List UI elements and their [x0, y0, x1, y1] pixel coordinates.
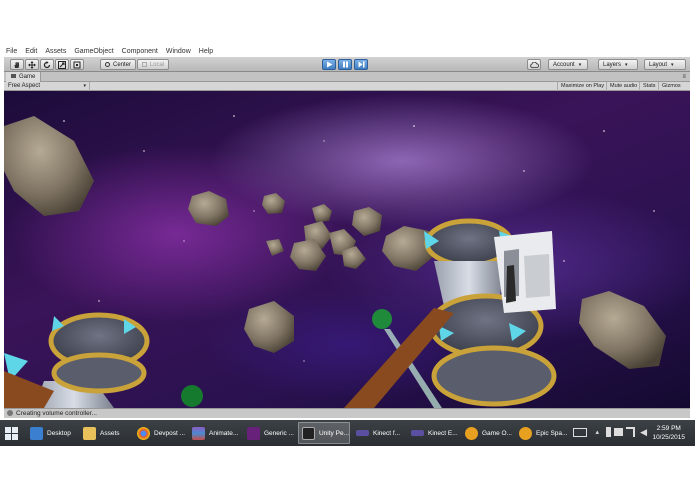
chrome-icon — [137, 426, 150, 440]
monitor-icon[interactable] — [614, 428, 623, 436]
status-bar: Creating volume controller... — [4, 408, 690, 418]
layout-dropdown[interactable]: Layout ▾ — [644, 59, 686, 70]
volume-icon[interactable]: ◀ — [640, 427, 647, 438]
step-icon — [358, 61, 364, 68]
left-pillar — [4, 312, 150, 408]
taskbar-item-unity[interactable]: Unity Pe... — [298, 422, 350, 444]
pivot-toggle[interactable]: Center — [100, 59, 136, 70]
taskbar-item-devpost[interactable]: Devpost ... — [134, 422, 186, 444]
rotate-tool-button[interactable] — [40, 59, 54, 70]
hand-icon — [14, 61, 19, 68]
menu-window[interactable]: Window — [166, 47, 191, 57]
menu-component[interactable]: Component — [122, 47, 158, 57]
webcam-feed[interactable] — [494, 231, 556, 313]
taskbar: Desktop Assets Devpost ... Animate... Ge… — [0, 420, 695, 446]
green-orb — [372, 309, 392, 329]
game-controller-icon — [11, 74, 16, 79]
clock-time: 2:59 PM — [656, 425, 681, 432]
screen: File Edit Assets GameObject Component Wi… — [0, 0, 695, 494]
rect-tool-icon — [73, 61, 81, 68]
cloud-icon — [529, 61, 539, 68]
space-label: Local — [149, 61, 165, 68]
cloud-button[interactable] — [527, 59, 541, 70]
space-toggle[interactable]: Local — [137, 59, 169, 70]
taskbar-item-assets[interactable]: Assets — [80, 422, 130, 444]
chevron-down-icon: ▾ — [83, 83, 86, 89]
layout-label: Layout — [649, 61, 668, 68]
clock-date: 10/25/2015 — [652, 434, 685, 441]
starfield — [63, 115, 655, 362]
gizmos-dropdown[interactable]: Gizmos — [658, 82, 684, 91]
pause-button[interactable] — [338, 59, 352, 70]
network-icon[interactable] — [626, 427, 635, 437]
tab-menu-icon[interactable]: ≡ — [682, 72, 686, 82]
toolbar: Center Local Account ▾ Layers ▾ Layout ▾ — [4, 57, 690, 72]
menu-file[interactable]: File — [6, 47, 17, 57]
tab-game[interactable]: Game — [6, 72, 42, 82]
game-viewport[interactable] — [4, 91, 690, 408]
move-icon — [28, 60, 36, 69]
taskbar-item-kinect-e[interactable]: Kinect E... — [408, 422, 460, 444]
taskbar-item-desktop[interactable]: Desktop — [27, 422, 77, 444]
visual-studio-icon — [247, 426, 260, 440]
account-label: Account — [553, 61, 575, 68]
mute-audio-toggle[interactable]: Mute audio — [606, 82, 640, 91]
scale-tool-button[interactable] — [55, 59, 69, 70]
maximize-on-play-toggle[interactable]: Maximize on Play — [557, 82, 607, 91]
pivot-label: Center — [112, 61, 131, 68]
rect-tool-button[interactable] — [70, 59, 84, 70]
scale-icon — [58, 60, 66, 69]
taskbar-item-game-o[interactable]: Game O... — [462, 422, 514, 444]
menu-help[interactable]: Help — [199, 47, 213, 57]
keyboard-icon[interactable] — [573, 428, 587, 437]
chevron-down-icon: ▾ — [671, 61, 674, 68]
chevron-up-icon[interactable]: ▴ — [595, 428, 599, 436]
stats-toggle[interactable]: Stats — [639, 82, 659, 91]
unity-icon — [302, 426, 315, 440]
account-dropdown[interactable]: Account ▾ — [548, 59, 588, 70]
game-view-controls: Free Aspect ▾ Maximize on Play Mute audi… — [4, 82, 690, 91]
step-button[interactable] — [354, 59, 368, 70]
winrar-icon — [192, 426, 205, 440]
menu-gameobject[interactable]: GameObject — [74, 47, 113, 57]
kinect-icon — [411, 430, 424, 436]
taskbar-item-epic-spa[interactable]: Epic Spa... — [516, 422, 567, 444]
pivot-icon — [104, 62, 110, 67]
rotate-icon — [43, 60, 51, 68]
chevron-down-icon: ▾ — [578, 61, 582, 68]
play-icon — [326, 61, 332, 68]
layers-label: Layers — [603, 61, 622, 68]
menu-edit[interactable]: Edit — [25, 47, 37, 57]
desktop-icon — [30, 426, 43, 440]
flag-icon[interactable] — [606, 427, 611, 437]
chevron-down-icon: ▾ — [625, 61, 628, 68]
windows-start-button[interactable] — [5, 427, 18, 440]
taskbar-item-animate[interactable]: Animate... — [189, 422, 241, 444]
menu-bar: File Edit Assets GameObject Component Wi… — [0, 47, 695, 57]
hand-tool-button[interactable] — [10, 59, 24, 70]
folder-icon — [83, 426, 96, 440]
space-icon — [141, 62, 147, 67]
taskbar-item-kinect-f[interactable]: Kinect f... — [353, 422, 405, 444]
taskbar-item-generic[interactable]: Generic ... — [244, 422, 296, 444]
headphones-icon — [465, 426, 478, 440]
tab-game-label: Game — [19, 74, 36, 80]
move-tool-button[interactable] — [25, 59, 39, 70]
kinect-icon — [356, 430, 369, 436]
info-icon — [7, 410, 13, 416]
status-text: Creating volume controller... — [16, 410, 97, 417]
aspect-dropdown[interactable]: Free Aspect ▾ — [8, 82, 90, 91]
game-scene — [4, 115, 666, 408]
game-tab-bar: Game ≡ — [4, 72, 690, 82]
aspect-label: Free Aspect — [8, 83, 41, 89]
menu-assets[interactable]: Assets — [45, 47, 66, 57]
headphones-icon — [519, 426, 532, 440]
layers-dropdown[interactable]: Layers ▾ — [598, 59, 638, 70]
pause-icon — [342, 61, 348, 68]
clock[interactable]: 2:59 PM 10/25/2015 — [652, 424, 685, 442]
green-orb — [181, 385, 203, 407]
play-button[interactable] — [322, 59, 336, 70]
